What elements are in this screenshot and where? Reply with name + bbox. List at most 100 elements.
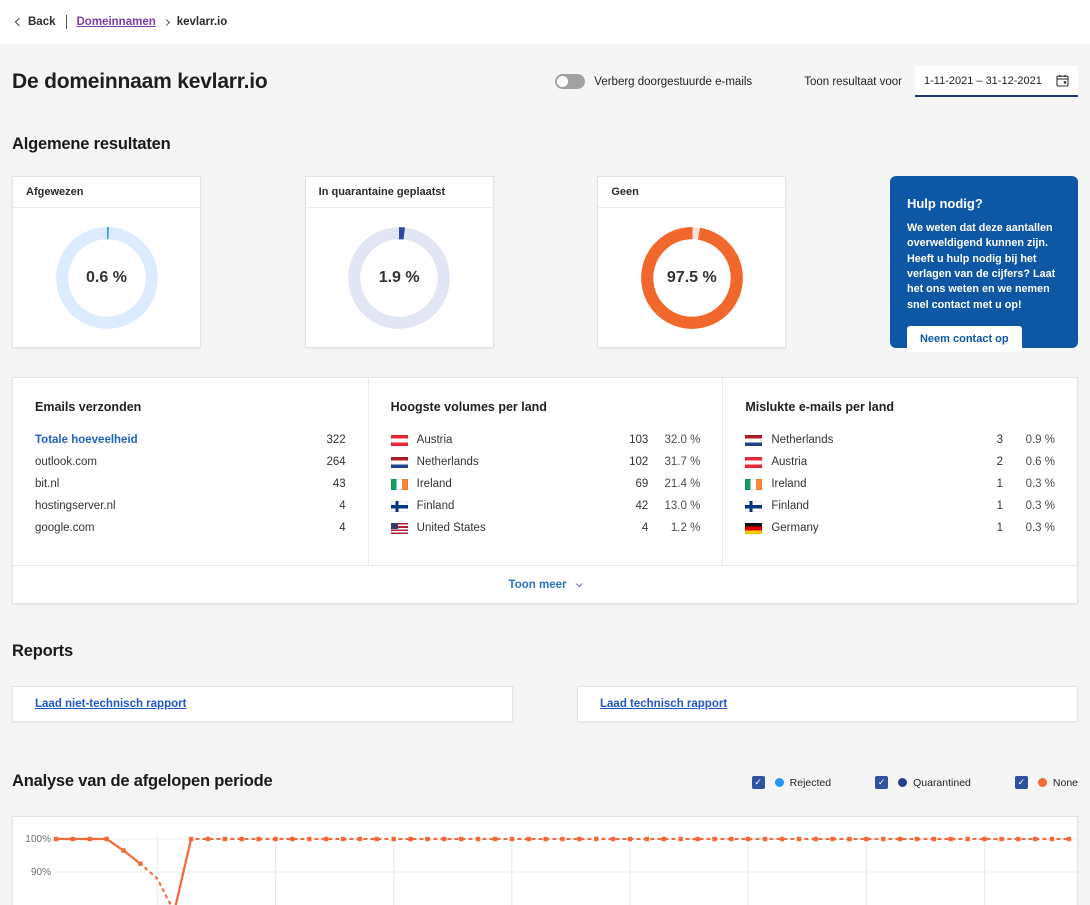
show-more-button[interactable]: Toon meer [13, 565, 1077, 603]
legend-dot [898, 778, 907, 787]
row-count: 3 [967, 434, 1003, 446]
section-title-reports: Reports [12, 642, 1078, 661]
donut-chart: 0.6 % [13, 208, 200, 348]
row-count: 1 [967, 478, 1003, 490]
legend-item-none: ✓None [1015, 776, 1078, 789]
volumes-title: Hoogste volumes per land [391, 400, 701, 414]
svg-text:90%: 90% [31, 867, 51, 878]
fi-flag-icon [745, 501, 762, 512]
row-label: Finland [745, 500, 967, 512]
legend-dot [775, 778, 784, 787]
volumes-rows: Austria10332.0 %Netherlands10231.7 %Irel… [391, 429, 701, 539]
fi-flag-icon [391, 501, 408, 512]
report-card-nontechnical: Laad niet-technisch rapport [12, 686, 513, 722]
table-row: hostingserver.nl4 [35, 495, 346, 517]
chart-legend: ✓Rejected ✓Quarantined ✓None [752, 776, 1078, 791]
row-count: 4 [310, 500, 346, 512]
table-row: google.com4 [35, 517, 346, 539]
donut-value: 0.6 % [86, 269, 127, 287]
table-row: Finland10.3 % [745, 495, 1055, 517]
row-count: 4 [310, 522, 346, 534]
row-percent: 0.9 % [1003, 434, 1055, 446]
section-title-analysis: Analyse van de afgelopen periode [12, 772, 272, 791]
row-label: hostingserver.nl [35, 500, 310, 512]
report-card-technical: Laad technisch rapport [577, 686, 1078, 722]
chevron-left-icon [15, 18, 23, 26]
stats-card: Emails verzonden Totale hoeveelheid322ou… [12, 377, 1078, 604]
breadcrumb-link-domeinnamen[interactable]: Domeinnamen [77, 16, 156, 28]
row-count: 2 [967, 456, 1003, 468]
total-amount-link[interactable]: Totale hoeveelheid [35, 434, 310, 446]
legend-item-rejected: ✓Rejected [752, 776, 831, 789]
row-percent: 13.0 % [648, 500, 700, 512]
page-title: De domeinnaam kevlarr.io [12, 70, 267, 94]
row-count: 43 [310, 478, 346, 490]
back-label: Back [28, 16, 56, 28]
table-row: Finland4213.0 % [391, 495, 701, 517]
table-row: Netherlands30.9 % [745, 429, 1055, 451]
toggle-knob [557, 76, 568, 87]
nl-flag-icon [391, 457, 408, 468]
table-row: outlook.com264 [35, 451, 346, 473]
back-button[interactable]: Back [16, 16, 56, 28]
row-label: Austria [391, 434, 613, 446]
donut-value: 1.9 % [379, 269, 420, 287]
date-range-picker[interactable]: 1-11-2021 – 31-12-2021 [915, 66, 1078, 97]
emails-sent-table: Emails verzonden Totale hoeveelheid322ou… [13, 378, 368, 565]
chevron-right-icon [163, 18, 170, 25]
row-label: google.com [35, 522, 310, 534]
nl-flag-icon [745, 435, 762, 446]
table-row: Ireland10.3 % [745, 473, 1055, 495]
row-label: Germany [745, 522, 967, 534]
breadcrumb-divider [66, 15, 67, 29]
donut-value: 97.5 % [667, 269, 717, 287]
at-flag-icon [391, 435, 408, 446]
calendar-icon [1056, 74, 1069, 87]
row-percent: 31.7 % [648, 456, 700, 468]
result-card: Geen97.5 % [597, 176, 786, 348]
technical-report-link[interactable]: Laad technisch rapport [600, 698, 727, 710]
table-row: Germany10.3 % [745, 517, 1055, 539]
row-count: 1 [967, 522, 1003, 534]
breadcrumb: Back Domeinnamen kevlarr.io [0, 0, 1090, 44]
legend-item-quarantined: ✓Quarantined [875, 776, 971, 789]
toggle-label: Verberg doorgestuurde e-mails [594, 76, 752, 88]
legend-checkbox-quarantined[interactable]: ✓ [875, 776, 888, 789]
row-count: 264 [310, 456, 346, 468]
svg-text:100%: 100% [25, 834, 51, 845]
row-percent: 0.3 % [1003, 478, 1055, 490]
show-more-label: Toon meer [509, 579, 567, 591]
emails-sent-title: Emails verzonden [35, 400, 346, 414]
de-flag-icon [745, 523, 762, 534]
help-card-title: Hulp nodig? [907, 196, 1061, 211]
help-card-body: We weten dat deze aantallen overweldigen… [907, 221, 1061, 313]
breadcrumb-current: kevlarr.io [177, 16, 228, 28]
row-label: Ireland [745, 478, 967, 490]
analysis-chart: 100% 90% [13, 825, 1077, 905]
table-row: Totale hoeveelheid322 [35, 429, 346, 451]
row-percent: 0.6 % [1003, 456, 1055, 468]
row-label: Netherlands [391, 456, 613, 468]
contact-button[interactable]: Neem contact op [907, 326, 1022, 352]
row-count: 322 [310, 434, 346, 446]
ie-flag-icon [745, 479, 762, 490]
failed-emails-rows: Netherlands30.9 %Austria20.6 %Ireland10.… [745, 429, 1055, 539]
row-label: Netherlands [745, 434, 967, 446]
legend-checkbox-rejected[interactable]: ✓ [752, 776, 765, 789]
nontechnical-report-link[interactable]: Laad niet-technisch rapport [35, 698, 186, 710]
row-percent: 21.4 % [648, 478, 700, 490]
result-card: In quarantaine geplaatst1.9 % [305, 176, 494, 348]
table-row: United States41.2 % [391, 517, 701, 539]
row-percent: 32.0 % [648, 434, 700, 446]
failed-emails-table: Mislukte e-mails per land Netherlands30.… [722, 378, 1077, 565]
row-label: United States [391, 522, 613, 534]
at-flag-icon [745, 457, 762, 468]
result-card-title: Afgewezen [13, 177, 200, 208]
donut-chart: 97.5 % [598, 208, 785, 348]
hide-forwarded-toggle[interactable] [555, 74, 585, 89]
table-row: Austria20.6 % [745, 451, 1055, 473]
help-card: Hulp nodig? We weten dat deze aantallen … [890, 176, 1078, 348]
failed-emails-title: Mislukte e-mails per land [745, 400, 1055, 414]
legend-checkbox-none[interactable]: ✓ [1015, 776, 1028, 789]
row-count: 69 [612, 478, 648, 490]
